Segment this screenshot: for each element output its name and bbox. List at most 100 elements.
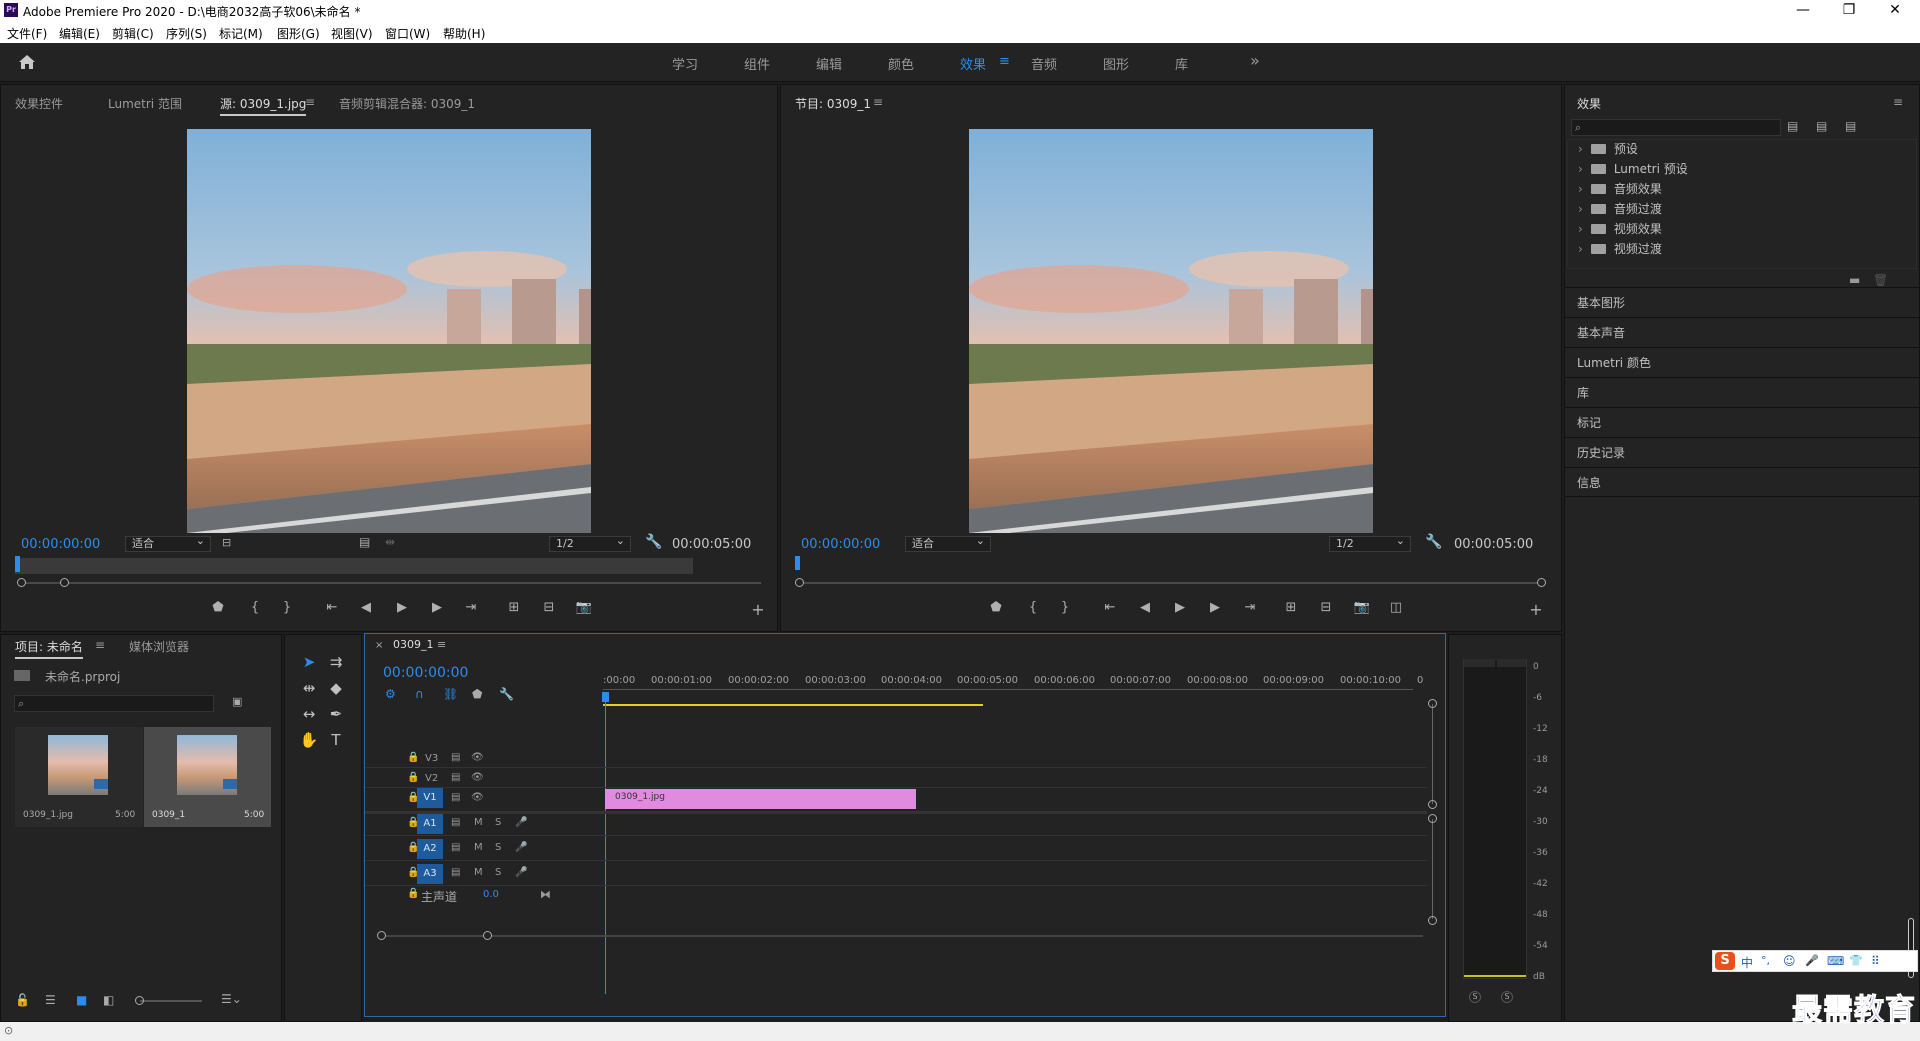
program-mark-in-icon[interactable]: { — [1024, 600, 1042, 615]
drag-audio-icon[interactable]: ⇹ — [385, 535, 395, 549]
step-back-icon[interactable]: ◀ — [357, 600, 375, 615]
workspace-editing[interactable]: 编辑 — [816, 54, 842, 73]
workspace-graphics[interactable]: 图形 — [1103, 54, 1129, 73]
timeline-zoom-bar[interactable] — [381, 935, 1423, 937]
tab-effect-controls[interactable]: 效果控件 — [15, 95, 63, 112]
razor-tool-icon[interactable]: ◆ — [325, 679, 347, 697]
workspace-assembly[interactable]: 组件 — [744, 54, 770, 73]
program-playhead[interactable] — [795, 556, 800, 570]
delete-icon[interactable]: 🗑 — [1873, 273, 1888, 287]
lock-icon[interactable]: 🔒 — [407, 888, 419, 899]
tree-item-video-transitions[interactable]: › 视频过渡 — [1578, 240, 1662, 258]
source-zoom-handle-right[interactable] — [60, 578, 69, 587]
comparison-view-icon[interactable]: ◫ — [1387, 600, 1405, 615]
mic-icon[interactable]: 🎤 — [515, 867, 527, 878]
workspace-libraries[interactable]: 库 — [1175, 54, 1188, 73]
close-button[interactable]: ✕ — [1872, 0, 1918, 22]
insert-icon[interactable]: ⊞ — [505, 600, 523, 615]
section-info[interactable]: 信息 — [1565, 467, 1920, 497]
source-button-editor-icon[interactable]: + — [749, 600, 767, 619]
menu-sequence[interactable]: 序列(S) — [166, 25, 207, 42]
more-workspaces-button[interactable]: » — [1250, 51, 1260, 70]
timeline-zoom-handle-right[interactable] — [483, 931, 492, 940]
workspace-menu-icon[interactable]: ≡ — [999, 54, 1010, 69]
effects-menu-icon[interactable]: ≡ — [1893, 95, 1903, 109]
track-a3-badge[interactable]: A3 — [417, 864, 443, 884]
lock-icon[interactable]: 🔒 — [407, 752, 419, 763]
program-settings-wrench-icon[interactable]: 🔧 — [1425, 534, 1442, 550]
source-zoom-handle-left[interactable] — [17, 578, 26, 587]
ime-keyboard-icon[interactable]: ⌨ — [1827, 954, 1844, 968]
track-a2-badge[interactable]: A2 — [417, 839, 443, 859]
eye-icon[interactable]: 👁 — [471, 752, 484, 763]
selection-tool-icon[interactable]: ➤ — [298, 653, 320, 671]
source-settings-wrench-icon[interactable]: 🔧 — [645, 534, 662, 550]
program-go-to-out-icon[interactable]: ⇥ — [1241, 600, 1259, 615]
section-history[interactable]: 历史记录 — [1565, 437, 1920, 467]
source-tab-menu-icon[interactable]: ≡ — [305, 95, 315, 109]
workspace-effects[interactable]: 效果 — [960, 54, 986, 73]
project-lock-icon[interactable]: 🔓 — [15, 993, 30, 1007]
source-fit-select[interactable]: 适合 — [125, 534, 211, 552]
source-timecode[interactable]: 00:00:00:00 — [21, 537, 100, 552]
solo-button[interactable]: S — [495, 842, 501, 853]
ripple-edit-tool-icon[interactable]: ⇹ — [298, 679, 320, 697]
source-resolution-select[interactable]: 1/2 — [549, 534, 631, 552]
effects-search-input[interactable]: ⌕ — [1571, 119, 1781, 136]
solo-right-button[interactable]: S — [1501, 991, 1513, 1003]
section-essential-sound[interactable]: 基本声音 — [1565, 317, 1920, 347]
section-libraries[interactable]: 库 — [1565, 377, 1920, 407]
sogou-logo-icon[interactable]: S — [1715, 952, 1735, 970]
lock-icon[interactable]: 🔒 — [407, 772, 419, 783]
program-step-forward-icon[interactable]: ▶ — [1206, 600, 1224, 615]
program-step-back-icon[interactable]: ◀ — [1136, 600, 1154, 615]
icon-view-icon[interactable]: ■ — [76, 993, 87, 1007]
sync-lock-icon[interactable]: ▤ — [451, 772, 460, 783]
step-forward-icon[interactable]: ▶ — [428, 600, 446, 615]
tab-audio-clip-mixer[interactable]: 音频剪辑混合器: 0309_1 — [339, 95, 475, 112]
sync-lock-icon[interactable]: ▤ — [451, 817, 460, 828]
track-select-tool-icon[interactable]: ⇉ — [325, 653, 347, 671]
tree-item-presets[interactable]: › 预设 — [1578, 140, 1638, 158]
new-bin-icon[interactable]: ▬ — [1849, 273, 1860, 287]
video-vscroll-handle-bottom[interactable] — [1428, 800, 1437, 809]
menu-view[interactable]: 视图(V) — [331, 25, 373, 42]
tree-item-lumetri-presets[interactable]: › Lumetri 预设 — [1578, 160, 1688, 178]
tab-lumetri-scopes[interactable]: Lumetri 范围 — [108, 95, 182, 112]
ime-skin-icon[interactable]: 👕 — [1849, 954, 1863, 967]
section-lumetri-color[interactable]: Lumetri 颜色 — [1565, 347, 1920, 377]
source-scrubber-bar[interactable] — [15, 558, 693, 574]
type-tool-icon[interactable]: T — [325, 731, 347, 749]
ime-voice-icon[interactable]: 🎤 — [1805, 954, 1819, 967]
sort-icons-icon[interactable]: ☰⌄ — [221, 992, 242, 1006]
program-fit-select[interactable]: 适合 — [905, 534, 991, 552]
mute-button[interactable]: M — [474, 867, 483, 878]
section-markers[interactable]: 标记 — [1565, 407, 1920, 437]
yuv-effects-icon[interactable]: ▤ — [1845, 119, 1856, 133]
program-resolution-select[interactable]: 1/2 — [1329, 534, 1411, 552]
tree-item-video-effects[interactable]: › 视频效果 — [1578, 220, 1662, 238]
workspace-color[interactable]: 颜色 — [888, 54, 914, 73]
program-timecode[interactable]: 00:00:00:00 — [801, 537, 880, 552]
mic-icon[interactable]: 🎤 — [515, 842, 527, 853]
program-add-marker-icon[interactable]: ⬟ — [987, 600, 1005, 615]
ime-chinese-mode[interactable]: 中 — [1741, 954, 1753, 971]
video-vscroll-handle-top[interactable] — [1428, 699, 1437, 708]
program-go-to-in-icon[interactable]: ⇤ — [1101, 600, 1119, 615]
tab-effects[interactable]: 效果 — [1577, 95, 1601, 114]
workspace-audio[interactable]: 音频 — [1031, 54, 1057, 73]
audio-vscroll-handle-top[interactable] — [1428, 814, 1437, 823]
program-zoom-handle-right[interactable] — [1537, 578, 1546, 587]
master-volume-value[interactable]: 0.0 — [483, 889, 499, 900]
new-bin-from-search-icon[interactable]: ▣ — [232, 695, 242, 708]
home-icon[interactable] — [18, 54, 36, 70]
mute-button[interactable]: M — [474, 817, 483, 828]
project-item-image[interactable]: 0309_1.jpg 5:00 — [15, 727, 143, 827]
tab-source[interactable]: 源: 0309_1.jpg — [220, 95, 307, 116]
play-icon[interactable]: ▶ — [393, 600, 411, 615]
solo-left-button[interactable]: S — [1469, 991, 1481, 1003]
menu-window[interactable]: 窗口(W) — [385, 25, 430, 42]
master-go-to-icon[interactable]: ⧓ — [540, 888, 551, 901]
project-item-sequence[interactable]: 0309_1 5:00 — [144, 727, 271, 827]
sync-lock-icon[interactable]: ▤ — [451, 752, 460, 763]
